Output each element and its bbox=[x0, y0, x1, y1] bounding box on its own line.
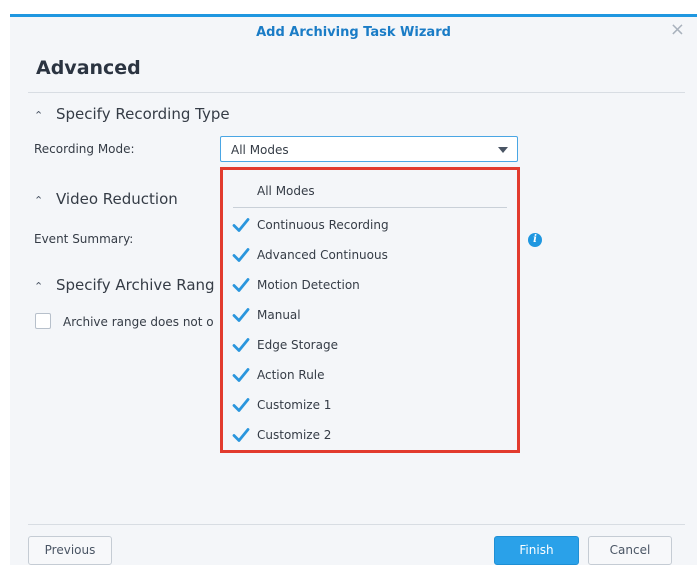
dropdown-option-continuous-recording[interactable]: Continuous Recording bbox=[223, 213, 517, 237]
previous-button[interactable]: Previous bbox=[28, 536, 112, 565]
dropdown-option-customize-1[interactable]: Customize 1 bbox=[223, 393, 517, 417]
dropdown-option-motion-detection[interactable]: Motion Detection bbox=[223, 273, 517, 297]
dialog-title: Add Archiving Task Wizard bbox=[256, 25, 451, 40]
dropdown-option-label: Motion Detection bbox=[257, 278, 360, 292]
page-heading: Advanced bbox=[36, 57, 141, 79]
finish-button[interactable]: Finish bbox=[494, 536, 579, 565]
checkmark-icon bbox=[232, 218, 250, 232]
checkmark-icon bbox=[232, 278, 250, 292]
recording-mode-label: Recording Mode: bbox=[34, 142, 135, 156]
recording-mode-value: All Modes bbox=[231, 143, 289, 157]
add-archiving-task-dialog: Add Archiving Task Wizard × Advanced ⌃ Sp… bbox=[10, 17, 697, 565]
dropdown-option-label: Customize 1 bbox=[257, 398, 332, 412]
dropdown-option-label: Edge Storage bbox=[257, 338, 338, 352]
dropdown-option-manual[interactable]: Manual bbox=[223, 303, 517, 327]
dropdown-option-all-modes[interactable]: All Modes bbox=[223, 180, 517, 204]
checkmark-icon bbox=[232, 338, 250, 352]
dropdown-option-label: Continuous Recording bbox=[257, 218, 389, 232]
dropdown-option-edge-storage[interactable]: Edge Storage bbox=[223, 333, 517, 357]
chevron-up-icon: ⌃ bbox=[34, 109, 44, 122]
dropdown-option-label: Action Rule bbox=[257, 368, 325, 382]
footer-divider bbox=[28, 524, 685, 525]
checkmark-icon bbox=[232, 398, 250, 412]
recording-mode-select[interactable]: All Modes bbox=[220, 136, 518, 162]
section-video-reduction[interactable]: ⌃ Video Reduction bbox=[34, 190, 178, 208]
chevron-up-icon: ⌃ bbox=[34, 280, 44, 293]
checkmark-icon bbox=[232, 308, 250, 322]
checkmark-icon bbox=[232, 248, 250, 262]
dropdown-option-label: Customize 2 bbox=[257, 428, 332, 442]
heading-divider bbox=[28, 92, 685, 93]
dropdown-option-label: Advanced Continuous bbox=[257, 248, 388, 262]
section-title: Video Reduction bbox=[56, 190, 178, 208]
dropdown-option-action-rule[interactable]: Action Rule bbox=[223, 363, 517, 387]
recording-mode-dropdown-list: All Modes Continuous Recording Advanced … bbox=[220, 167, 520, 453]
chevron-down-icon bbox=[498, 147, 508, 153]
chevron-up-icon: ⌃ bbox=[34, 194, 44, 207]
section-specify-archive-range[interactable]: ⌃ Specify Archive Rang bbox=[34, 276, 215, 294]
section-title: Specify Recording Type bbox=[56, 105, 230, 123]
section-title: Specify Archive Rang bbox=[56, 276, 215, 294]
event-summary-label: Event Summary: bbox=[34, 232, 134, 246]
section-specify-recording-type[interactable]: ⌃ Specify Recording Type bbox=[34, 105, 230, 123]
close-icon[interactable]: × bbox=[670, 21, 685, 39]
dropdown-option-advanced-continuous[interactable]: Advanced Continuous bbox=[223, 243, 517, 267]
dropdown-option-customize-2[interactable]: Customize 2 bbox=[223, 423, 517, 447]
dropdown-divider bbox=[233, 207, 507, 208]
archive-range-checkbox[interactable] bbox=[35, 313, 51, 329]
checkmark-icon bbox=[232, 368, 250, 382]
checkmark-icon bbox=[232, 428, 250, 442]
cancel-button[interactable]: Cancel bbox=[588, 536, 672, 565]
dropdown-option-label: Manual bbox=[257, 308, 301, 322]
archive-range-checkbox-label: Archive range does not o bbox=[63, 315, 214, 329]
info-icon[interactable]: i bbox=[528, 233, 542, 247]
